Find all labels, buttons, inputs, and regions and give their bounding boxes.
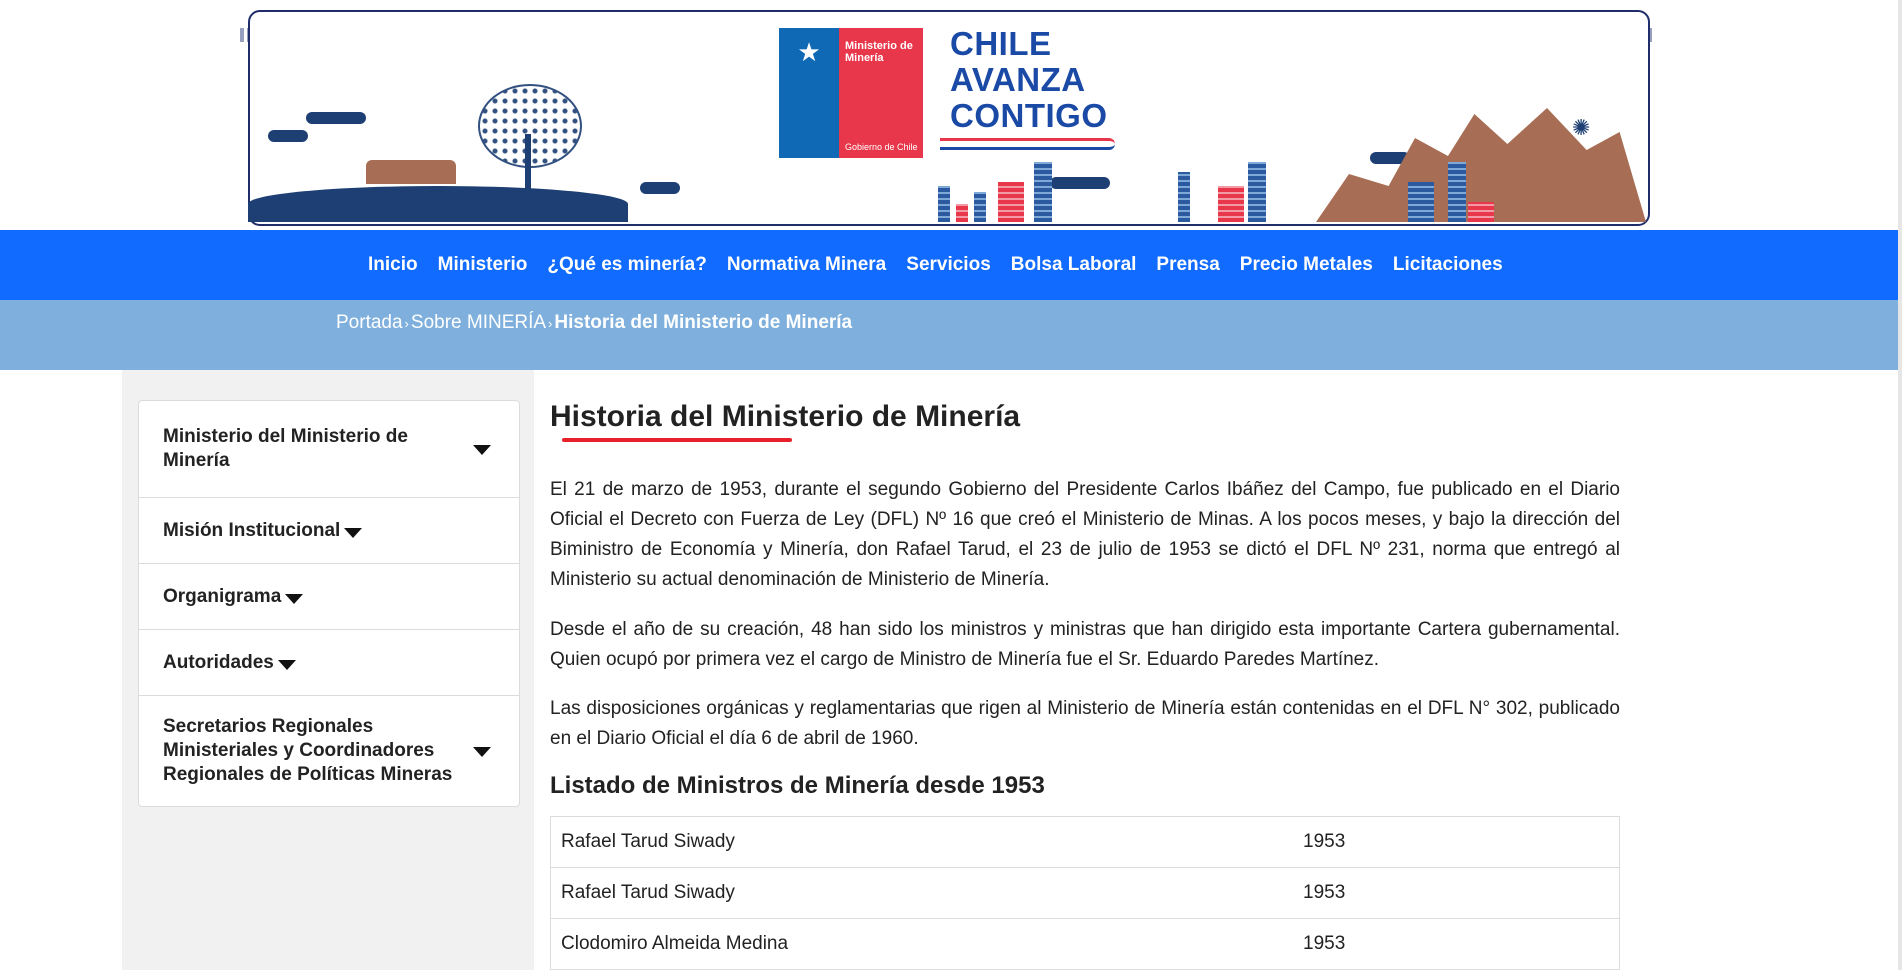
minister-year: 1953 — [1293, 867, 1620, 919]
sidebar-item-label: Secretarios Regionales Ministeriales y C… — [163, 716, 453, 785]
sidebar-item-label: Autoridades — [163, 651, 274, 673]
sidebar-menu: Ministerio del Ministerio de Minería Mis… — [138, 400, 520, 807]
logo-ministry-text: Ministerio de Minería — [845, 40, 913, 64]
caret-down-icon[interactable] — [277, 659, 296, 670]
slogan-line: CHILE — [950, 25, 1052, 62]
slogan-stripe — [940, 138, 1115, 150]
breadcrumb-link-portada[interactable]: Portada — [336, 312, 403, 333]
nav-item-licitaciones[interactable]: Licitaciones — [1383, 230, 1513, 300]
paragraph: El 21 de marzo de 1953, durante el segun… — [550, 479, 1620, 590]
caret-down-icon[interactable] — [285, 593, 304, 604]
cloud-icon — [268, 130, 308, 142]
sidebar-item-label: Organigrama — [163, 585, 282, 607]
header-banner: ✺ ★ Ministerio de Minería Gobierno de Ch… — [0, 0, 1902, 230]
minister-year: 1953 — [1293, 918, 1620, 970]
sidebar-item-label: Ministerio del Ministerio de Minería — [163, 426, 408, 471]
slogan-line: CONTIGO — [950, 97, 1108, 134]
sidebar-item-label: Misión Institucional — [163, 519, 341, 541]
nav-item-ministerio[interactable]: Ministerio — [428, 230, 538, 300]
city-skyline — [938, 152, 1498, 222]
paragraph: Las disposiciones orgánicas y reglamenta… — [550, 698, 1620, 749]
nav-item-que-es-mineria[interactable]: ¿Qué es minería? — [537, 230, 716, 300]
breadcrumb-link-sobre-mineria[interactable]: Sobre MINERÍA — [411, 312, 546, 333]
table-row: Clodomiro Almeida Medina 1953 — [550, 918, 1620, 970]
minister-year: 1953 — [1293, 816, 1620, 868]
logo-government-text: Gobierno de Chile — [845, 142, 918, 152]
main-content: Historia del Ministerio de Minería El 21… — [550, 398, 1620, 970]
sidebar-item-seremis[interactable]: Secretarios Regionales Ministeriales y C… — [139, 696, 519, 806]
ministers-table: Rafael Tarud Siwady 1953 Rafael Tarud Si… — [550, 816, 1620, 970]
minister-name: Rafael Tarud Siwady — [550, 816, 1293, 868]
sidebar-item-organigrama[interactable]: Organigrama — [139, 564, 519, 630]
sun-icon: ✺ — [1572, 116, 1591, 141]
slogan-line: AVANZA — [950, 61, 1086, 98]
nav-item-prensa[interactable]: Prensa — [1146, 230, 1229, 300]
caret-down-icon[interactable] — [344, 527, 363, 538]
nav-item-inicio[interactable]: Inicio — [358, 230, 428, 300]
breadcrumb: Portada › Sobre MINERÍA › Historia del Minis… — [0, 300, 1898, 370]
minister-name: Rafael Tarud Siwady — [550, 867, 1293, 919]
ministers-list-title: Listado de Ministros de Minería desde 19… — [550, 772, 1045, 799]
breadcrumb-current: Historia del Ministerio de Minería — [554, 312, 853, 333]
ministry-logo[interactable]: ★ Ministerio de Minería Gobierno de Chil… — [779, 28, 923, 158]
nav-item-precio-metales[interactable]: Precio Metales — [1230, 230, 1383, 300]
main-nav: Inicio Ministerio ¿Qué es minería? Norma… — [0, 230, 1898, 300]
cloud-icon — [306, 112, 366, 124]
scrollbar[interactable] — [1898, 0, 1902, 970]
minister-name: Clodomiro Almeida Medina — [550, 918, 1293, 970]
nav-item-bolsa-laboral[interactable]: Bolsa Laboral — [1001, 230, 1147, 300]
caret-down-icon[interactable] — [473, 445, 491, 455]
sidebar-item-autoridades[interactable]: Autoridades — [139, 630, 519, 696]
table-row: Rafael Tarud Siwady 1953 — [550, 867, 1620, 919]
slogan: CHILE AVANZA CONTIGO — [950, 26, 1108, 134]
sidebar-item-mision[interactable]: Misión Institucional — [139, 498, 519, 564]
table-row: Rafael Tarud Siwady 1953 — [550, 816, 1620, 868]
page-title: Historia del Ministerio de Minería — [550, 400, 1021, 433]
coat-of-arms-icon: ★ — [797, 38, 821, 68]
landscape-hills — [248, 108, 1646, 222]
title-underline — [562, 438, 792, 442]
paragraph: Desde el año de su creación, 48 han sido… — [550, 619, 1620, 670]
nav-item-normativa-minera[interactable]: Normativa Minera — [717, 230, 896, 300]
sidebar-item-ministerio[interactable]: Ministerio del Ministerio de Minería — [139, 401, 519, 498]
nav-item-servicios[interactable]: Servicios — [896, 230, 1001, 300]
caret-down-icon[interactable] — [473, 747, 491, 757]
breadcrumb-separator: › — [404, 316, 409, 331]
